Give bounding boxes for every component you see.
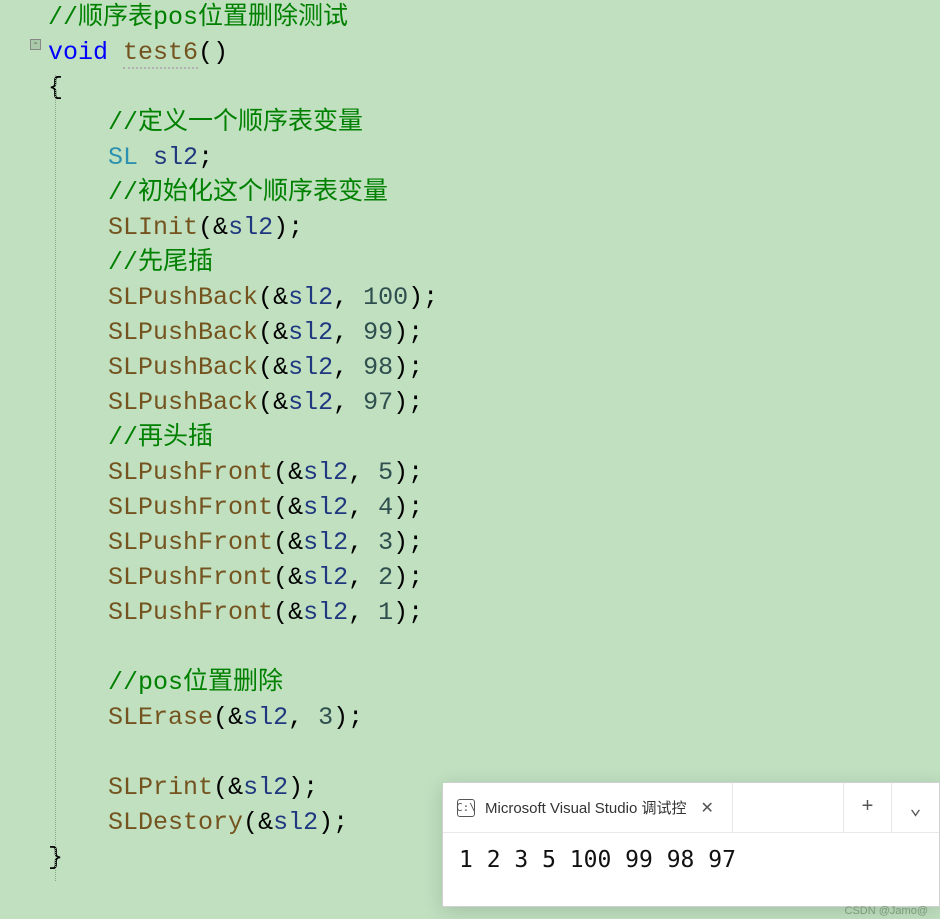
new-tab-button[interactable]: + — [843, 783, 891, 832]
fn-pushfront: SLPushFront — [108, 598, 273, 627]
tab-actions: + ⌄ — [843, 783, 939, 832]
fn-slinit: SLInit — [108, 213, 198, 242]
comment: //顺序表pos位置删除测试 — [48, 3, 348, 32]
fn-pushfront: SLPushFront — [108, 458, 273, 487]
type-sl: SL — [108, 143, 138, 172]
comment: //pos位置删除 — [108, 668, 283, 697]
close-icon[interactable]: ✕ — [696, 796, 717, 820]
comment: //先尾插 — [108, 248, 213, 277]
watermark: CSDN @Jamo@ — [845, 905, 928, 917]
tab-dropdown-button[interactable]: ⌄ — [891, 783, 939, 832]
fn-pushback: SLPushBack — [108, 353, 258, 382]
debug-output[interactable]: 1 2 3 5 100 99 98 97 — [443, 833, 939, 887]
fn-pushfront: SLPushFront — [108, 493, 273, 522]
fold-minus-icon[interactable]: - — [30, 39, 41, 50]
debug-tab[interactable]: C:\ Microsoft Visual Studio 调试控 ✕ — [443, 783, 733, 832]
fn-pushback: SLPushBack — [108, 318, 258, 347]
fn-pushback: SLPushBack — [108, 283, 258, 312]
fn-erase: SLErase — [108, 703, 213, 732]
debug-tab-title: Microsoft Visual Studio 调试控 — [485, 797, 686, 818]
fn-destroy: SLDestory — [108, 808, 243, 837]
comment: //再头插 — [108, 423, 213, 452]
comment: //初始化这个顺序表变量 — [108, 178, 388, 207]
terminal-icon: C:\ — [457, 799, 475, 817]
fn-pushback: SLPushBack — [108, 388, 258, 417]
indent-guide — [55, 75, 56, 881]
keyword-void: void — [48, 38, 108, 67]
debug-titlebar: C:\ Microsoft Visual Studio 调试控 ✕ + ⌄ — [443, 783, 939, 833]
fn-pushfront: SLPushFront — [108, 563, 273, 592]
comment: //定义一个顺序表变量 — [108, 108, 363, 137]
fold-gutter[interactable]: - — [30, 39, 42, 51]
fn-pushfront: SLPushFront — [108, 528, 273, 557]
var-sl2: sl2 — [153, 143, 198, 172]
fn-print: SLPrint — [108, 773, 213, 802]
function-name: test6 — [123, 38, 198, 69]
code-editor: //顺序表pos位置删除测试 - void test6() { //定义一个顺序… — [0, 0, 940, 875]
debug-console-window[interactable]: C:\ Microsoft Visual Studio 调试控 ✕ + ⌄ 1 … — [442, 782, 940, 907]
